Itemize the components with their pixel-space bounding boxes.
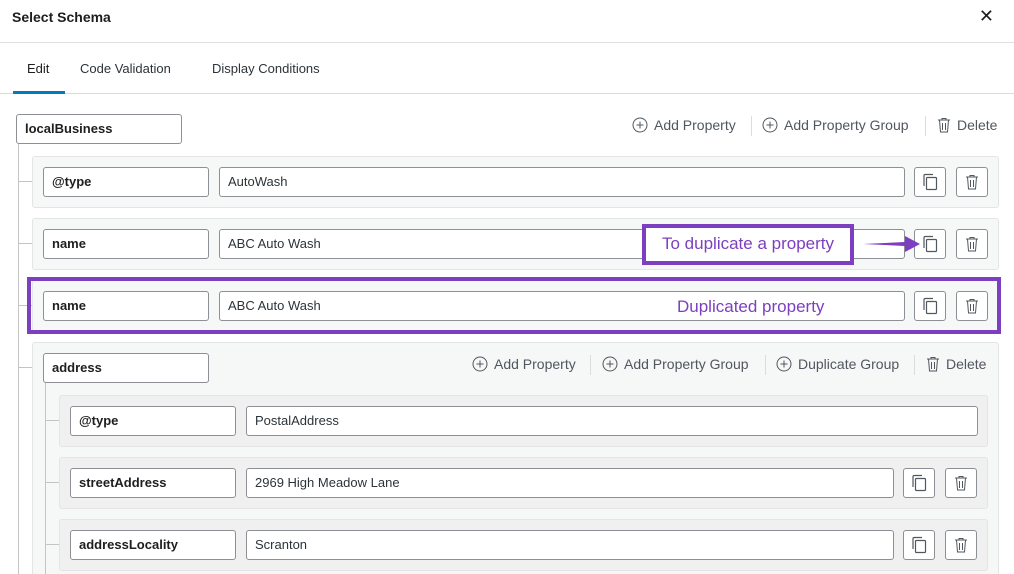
delete-label: Delete <box>946 356 987 372</box>
plus-circle-icon <box>762 117 778 133</box>
group-delete-button[interactable]: Delete <box>926 356 986 372</box>
active-tab-indicator <box>13 91 65 94</box>
delete-property-button[interactable] <box>956 229 988 259</box>
tree-branch <box>18 243 32 244</box>
divider <box>925 116 926 136</box>
tree-line-root <box>18 144 19 574</box>
property-key-field[interactable]: @type <box>70 406 236 436</box>
delete-property-button[interactable] <box>945 530 977 560</box>
add-property-label: Add Property <box>654 117 736 133</box>
delete-button[interactable]: Delete <box>937 117 997 133</box>
trash-icon <box>966 237 978 252</box>
trash-icon <box>927 357 939 372</box>
divider <box>590 355 591 375</box>
divider <box>914 355 915 375</box>
duplicate-group-label: Duplicate Group <box>798 356 900 372</box>
add-property-button[interactable]: Add Property <box>632 117 736 133</box>
tab-edit[interactable]: Edit <box>27 61 49 76</box>
copy-icon <box>923 173 938 191</box>
trash-icon <box>966 175 978 190</box>
plus-circle-icon <box>776 356 792 372</box>
property-value-field[interactable]: PostalAddress <box>246 406 978 436</box>
group-add-property-button[interactable]: Add Property <box>472 356 576 372</box>
tab-bar: Edit Code Validation Display Conditions <box>0 43 1014 94</box>
property-key-field[interactable]: streetAddress <box>70 468 236 498</box>
plus-circle-icon <box>632 117 648 133</box>
dialog-title: Select Schema <box>12 9 111 25</box>
delete-property-button[interactable] <box>945 468 977 498</box>
divider <box>765 355 766 375</box>
duplicate-property-button[interactable] <box>903 530 935 560</box>
root-schema-name-field[interactable]: localBusiness <box>16 114 182 144</box>
add-property-group-button[interactable]: Add Property Group <box>762 117 909 133</box>
trash-icon <box>955 476 967 491</box>
tree-line-group <box>45 383 46 574</box>
arrow-right-icon <box>863 236 920 252</box>
tree-branch <box>45 544 59 545</box>
add-property-label: Add Property <box>494 356 576 372</box>
plus-circle-icon <box>472 356 488 372</box>
property-value-field[interactable]: 2969 High Meadow Lane <box>246 468 894 498</box>
divider <box>751 116 752 136</box>
duplicate-group-button[interactable]: Duplicate Group <box>776 356 899 372</box>
plus-circle-icon <box>602 356 618 372</box>
property-value-field[interactable]: AutoWash <box>219 167 905 197</box>
tab-code-validation[interactable]: Code Validation <box>80 61 171 76</box>
add-property-group-label: Add Property Group <box>624 356 749 372</box>
duplicated-property-label: Duplicated property <box>677 297 825 316</box>
add-property-group-label: Add Property Group <box>784 117 909 133</box>
duplicate-hint-callout: To duplicate a property <box>642 224 854 265</box>
tree-branch <box>18 181 32 182</box>
group-name-field[interactable]: address <box>43 353 209 383</box>
copy-icon <box>923 235 938 253</box>
trash-icon <box>938 118 950 133</box>
close-icon[interactable]: ✕ <box>979 6 994 27</box>
tab-display-conditions[interactable]: Display Conditions <box>212 61 320 76</box>
property-key-field[interactable]: name <box>43 229 209 259</box>
duplicate-property-button[interactable] <box>903 468 935 498</box>
group-add-property-group-button[interactable]: Add Property Group <box>602 356 749 372</box>
duplicate-property-button[interactable] <box>914 167 946 197</box>
copy-icon <box>912 474 927 492</box>
dialog-header: Select Schema ✕ <box>0 0 1014 43</box>
tree-branch <box>45 482 59 483</box>
trash-icon <box>955 538 967 553</box>
delete-label: Delete <box>957 117 998 133</box>
property-key-field[interactable]: @type <box>43 167 209 197</box>
duplicated-property-highlight <box>27 277 1001 334</box>
delete-property-button[interactable] <box>956 167 988 197</box>
tree-branch <box>18 367 32 368</box>
tree-branch <box>45 420 59 421</box>
property-value-field[interactable]: Scranton <box>246 530 894 560</box>
property-key-field[interactable]: addressLocality <box>70 530 236 560</box>
copy-icon <box>912 536 927 554</box>
